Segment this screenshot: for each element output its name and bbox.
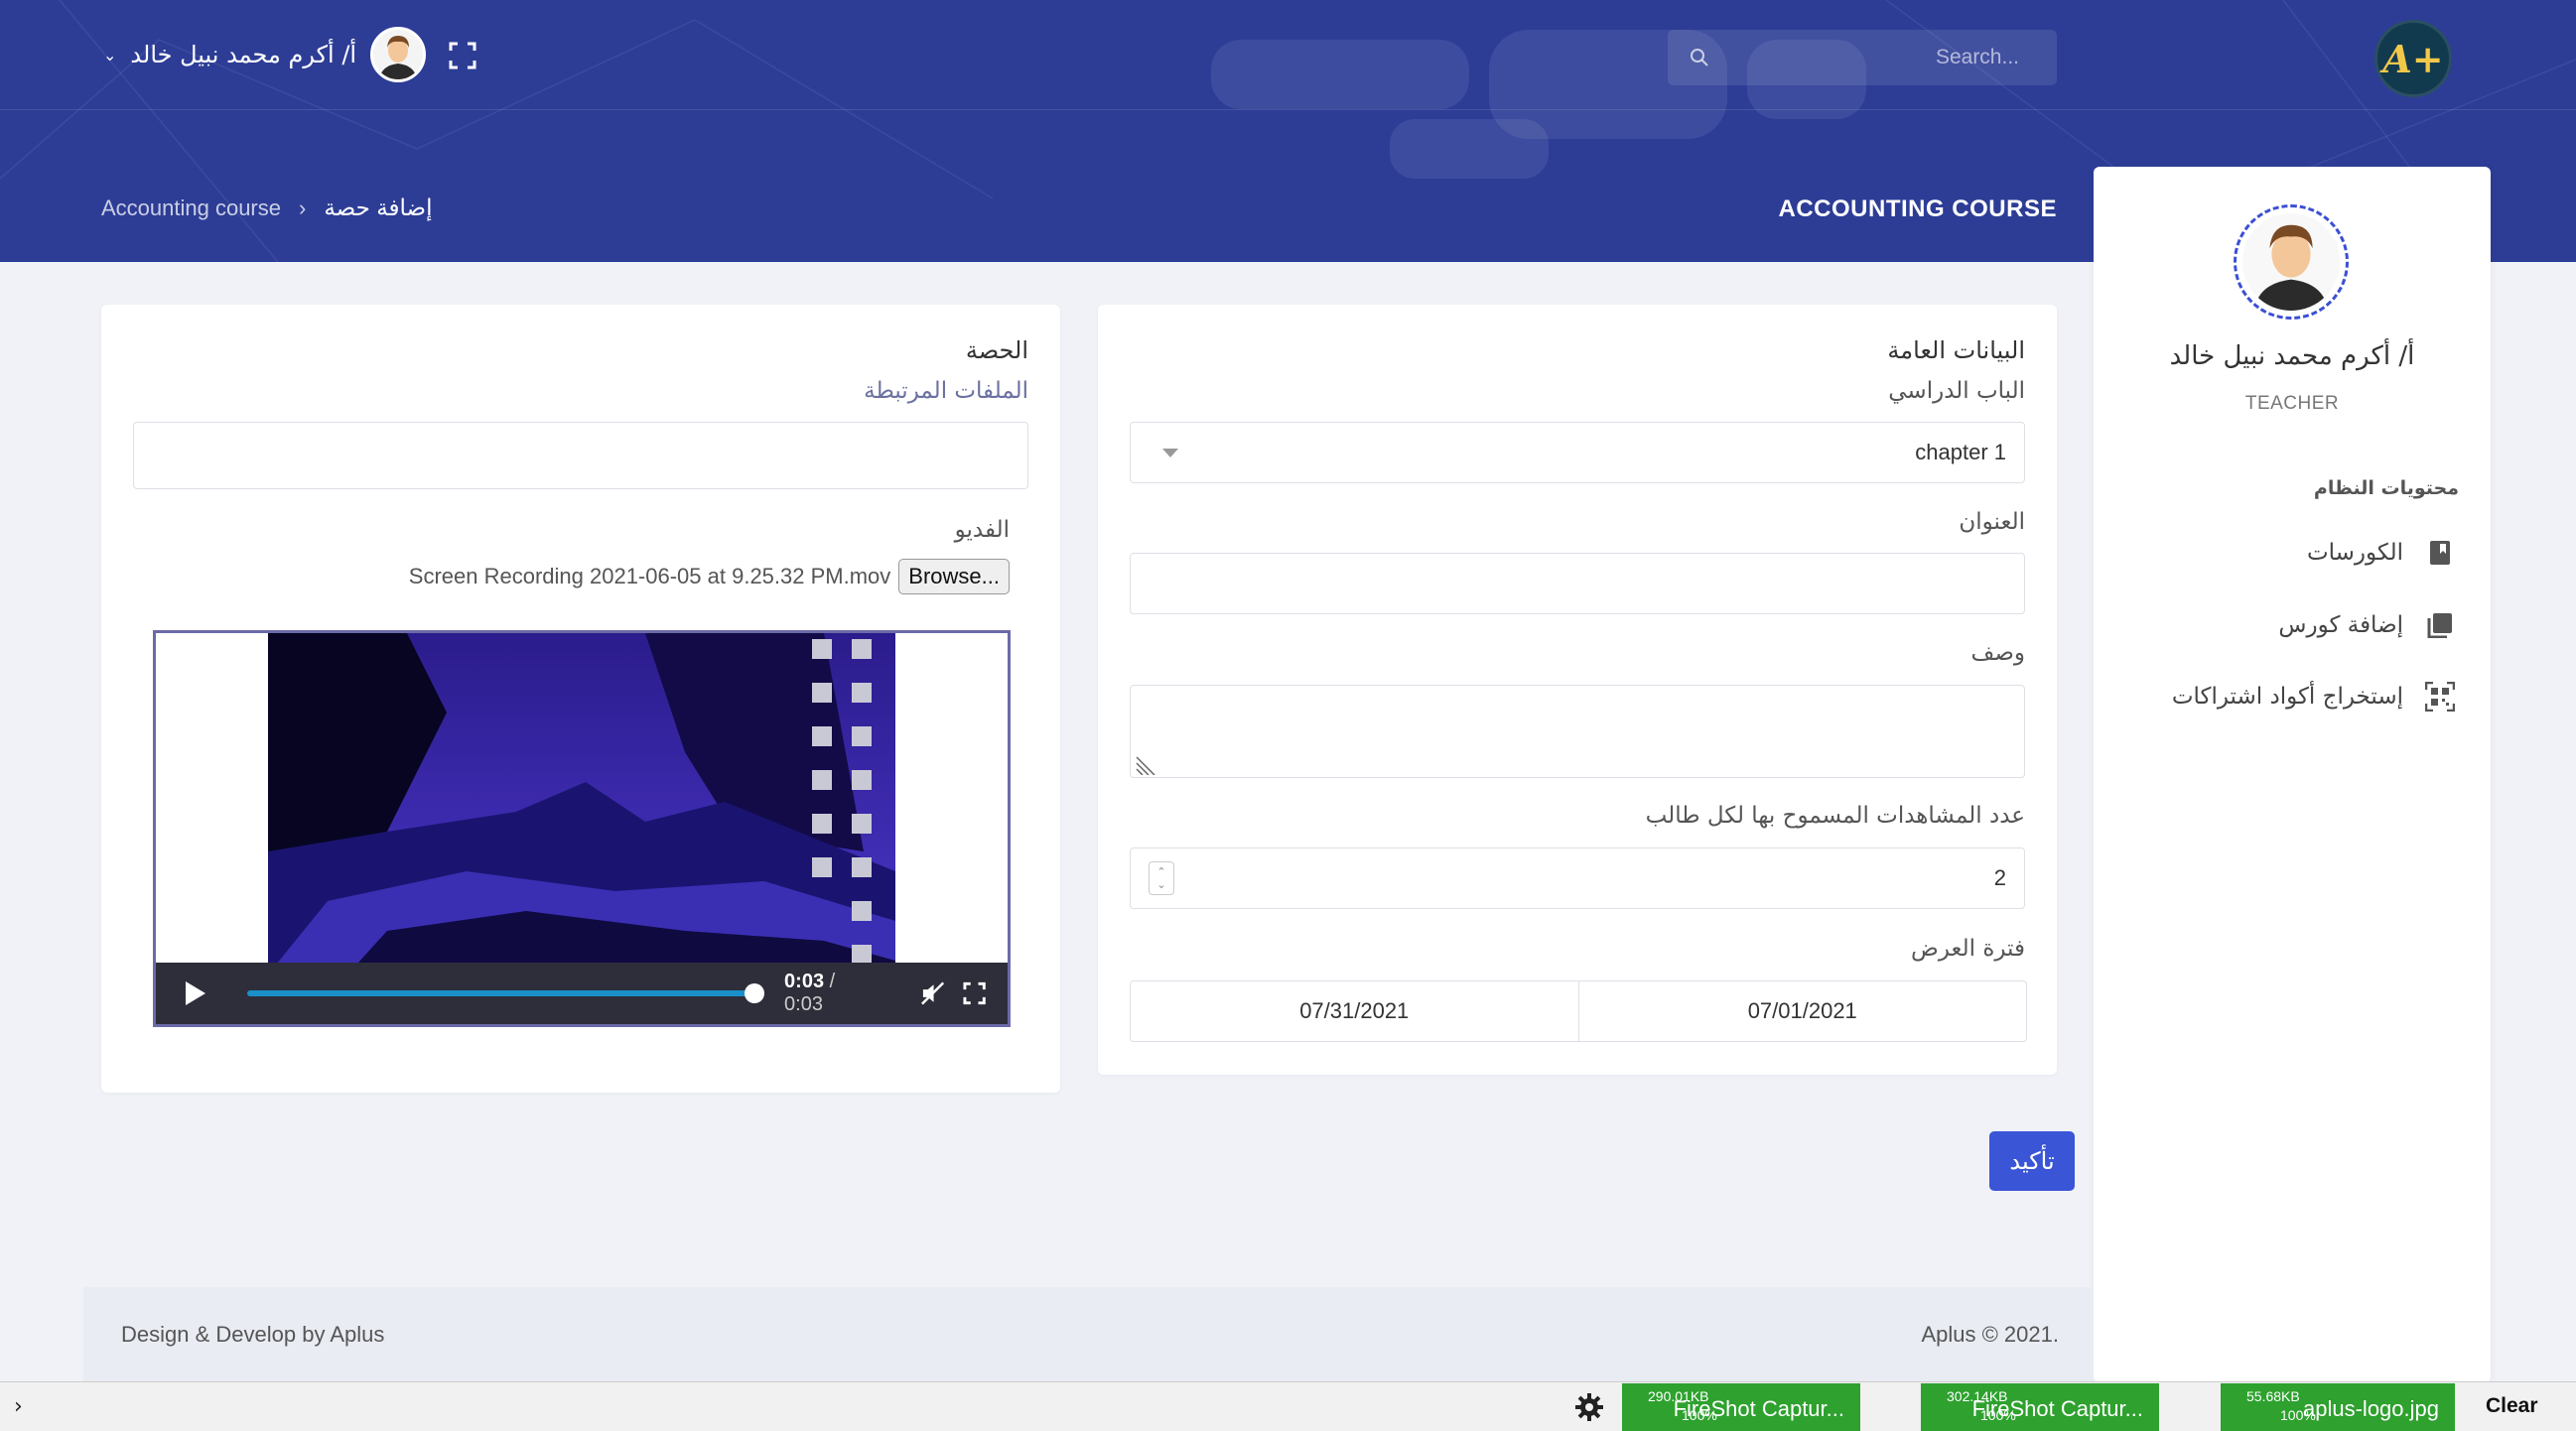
description-textarea[interactable] [1130, 685, 2025, 778]
topbar-divider [0, 109, 2576, 110]
mute-icon[interactable] [920, 980, 945, 1006]
sidebar: أ/ أكرم محمد نبيل خالد TEACHER محتويات ا… [2094, 167, 2491, 1382]
video-progress-bar[interactable] [247, 983, 765, 1003]
views-number-input[interactable]: ⌃ ⌄ 2 [1130, 847, 2025, 909]
views-value: 2 [1993, 865, 2006, 890]
browse-button[interactable]: Browse... [898, 559, 1010, 594]
video-time: 0:03 / 0:03 [784, 971, 877, 1016]
views-label: عدد المشاهدات المسموح بها لكل طالب [1645, 803, 2025, 829]
breadcrumb: Accounting course › إضافة حصة [101, 195, 432, 221]
date-to-input[interactable]: 07/31/2021 [1131, 981, 1578, 1041]
books-icon [2425, 610, 2455, 640]
number-spinner-icon[interactable]: ⌃ ⌄ [1149, 861, 1174, 895]
aplus-logo[interactable]: A+ [2374, 20, 2452, 97]
chapter-select-value: chapter 1 [1915, 440, 2006, 464]
chapter-label: الباب الدراسي [1888, 378, 2025, 404]
period-label: فترة العرض [1911, 936, 2025, 962]
download-size: 55.68KB [2246, 1388, 2300, 1404]
download-item[interactable]: 290.01KB 100% FireShot Captur... [1622, 1383, 1860, 1431]
qrcode-icon [2425, 682, 2455, 712]
sidebar-item-add-course[interactable]: إضافة كورس [2278, 610, 2455, 640]
search-input[interactable]: Search... [1668, 30, 2057, 85]
chevron-right-icon: › [299, 195, 307, 220]
fullscreen-icon[interactable] [963, 981, 986, 1005]
description-label: وصف [1970, 640, 2025, 666]
footer: Design & Develop by Aplus Aplus © 2021. [83, 1287, 2094, 1382]
chevron-down-icon: ⌄ [103, 45, 117, 65]
date-from-input[interactable]: 07/01/2021 [1577, 981, 2027, 1041]
download-name: aplus-logo.jpg [2303, 1396, 2439, 1421]
breadcrumb-parent[interactable]: Accounting course [101, 195, 281, 221]
sidebar-item-label: إضافة كورس [2278, 612, 2403, 638]
avatar [370, 27, 427, 82]
video-frame-image [268, 633, 895, 975]
clear-downloads-button[interactable]: Clear [2486, 1394, 2538, 1418]
breadcrumb-current: إضافة حصة [324, 195, 433, 220]
progress-knob[interactable] [745, 983, 765, 1003]
download-item[interactable]: 302.14KB 100% FireShot Captur... [1921, 1383, 2159, 1431]
title-label: العنوان [1959, 509, 2025, 535]
download-name: FireShot Captur... [1971, 1396, 2143, 1421]
fullscreen-icon[interactable] [449, 42, 476, 69]
video-player[interactable]: 0:03 / 0:03 [153, 630, 1011, 1027]
page-title: ACCOUNTING COURSE [1778, 195, 2057, 222]
download-shelf: › 290.01KB 100% FireShot Captur... 302.1… [0, 1381, 2576, 1431]
chevron-right-icon[interactable]: › [14, 1394, 23, 1419]
card-title: الحصة [965, 336, 1028, 364]
user-menu-name: أ/ أكرم محمد نبيل خالد [130, 41, 357, 68]
profile-avatar [2234, 204, 2349, 320]
menu-heading: محتويات النظام [2313, 477, 2459, 499]
related-files-input[interactable] [133, 422, 1028, 489]
general-data-card: البيانات العامة الباب الدراسي chapter 1 … [1098, 305, 2057, 1075]
date-range: 07/31/2021 07/01/2021 [1130, 980, 2027, 1042]
card-title: البيانات العامة [1887, 336, 2025, 364]
video-label: الفديو [954, 517, 1010, 543]
files-label: الملفات المرتبطة [864, 378, 1028, 404]
download-item[interactable]: 55.68KB 100% aplus-logo.jpg [2221, 1383, 2455, 1431]
search-icon [1691, 49, 1708, 66]
profile-role: TEACHER [2244, 393, 2340, 414]
gear-icon[interactable] [1574, 1392, 1604, 1422]
download-name: FireShot Captur... [1673, 1396, 1844, 1421]
video-file-picker: Screen Recording 2021-06-05 at 9.25.32 P… [409, 559, 1010, 594]
bookmark-book-icon [2425, 538, 2455, 568]
profile-name: أ/ أكرم محمد نبيل خالد [2169, 341, 2415, 371]
chapter-select[interactable]: chapter 1 [1130, 422, 2025, 483]
chevron-down-icon [1162, 448, 1178, 457]
video-controls: 0:03 / 0:03 [156, 963, 1008, 1024]
current-time: 0:03 [784, 971, 825, 992]
sidebar-item-label: إستخراج أكواد اشتراكات [2171, 684, 2403, 710]
sidebar-item-courses[interactable]: الكورسات [2307, 538, 2455, 568]
lesson-card: الحصة الملفات المرتبطة الفديو Screen Rec… [101, 305, 1060, 1093]
file-name: Screen Recording 2021-06-05 at 9.25.32 P… [408, 564, 891, 588]
title-input[interactable] [1130, 553, 2025, 614]
confirm-button[interactable]: تأكيد [1989, 1131, 2075, 1191]
footer-copyright: Aplus © 2021. [1921, 1322, 2059, 1347]
sidebar-item-label: الكورسات [2306, 540, 2403, 566]
play-icon[interactable] [186, 981, 205, 1005]
sidebar-item-subscription-codes[interactable]: إستخراج أكواد اشتراكات [2172, 682, 2455, 712]
user-menu[interactable]: ⌄ أ/ أكرم محمد نبيل خالد [103, 26, 427, 83]
footer-credit: Design & Develop by Aplus [121, 1322, 385, 1347]
search-placeholder: Search... [1935, 46, 2019, 68]
resize-handle-icon[interactable] [1135, 753, 1156, 775]
